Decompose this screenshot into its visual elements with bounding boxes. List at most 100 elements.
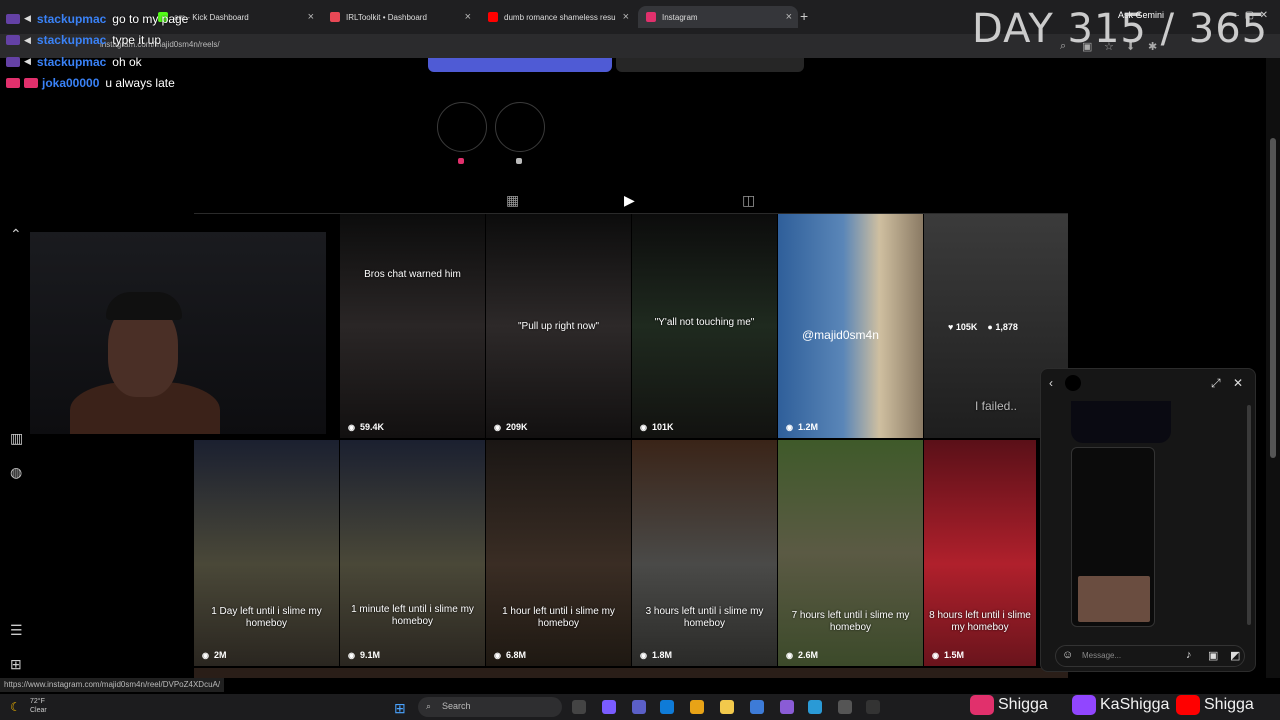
taskbar-search[interactable]: ⌕ Search bbox=[418, 697, 562, 717]
social-name: Shigga bbox=[998, 696, 1048, 713]
reel-tile[interactable]: "Pull up right now" 209K bbox=[486, 214, 631, 438]
moon-icon: ☾ bbox=[10, 700, 21, 714]
tab-irltoolkit[interactable]: IRLToolkit • Dashboard × bbox=[322, 6, 477, 28]
shared-screenshot[interactable] bbox=[1071, 447, 1155, 627]
edge-icon[interactable] bbox=[660, 700, 674, 714]
reel-tile[interactable]: 1 hour left until i slime my homeboy 6.8… bbox=[486, 440, 631, 666]
task-view-icon[interactable] bbox=[572, 700, 586, 714]
chat-message: ◀ stackupmac oh ok bbox=[6, 51, 188, 73]
irltoolkit-icon bbox=[330, 12, 340, 22]
chevron-up-icon[interactable]: ⌃ bbox=[10, 226, 22, 243]
app-icon[interactable] bbox=[808, 700, 822, 714]
reel-tile[interactable]: 3 hours left until i slime my homeboy 1.… bbox=[632, 440, 777, 666]
youtube-handle: Shigga bbox=[1176, 690, 1254, 720]
close-icon[interactable]: ✕ bbox=[1233, 376, 1243, 390]
chart-icon[interactable]: ▥ bbox=[10, 430, 23, 447]
avatar[interactable] bbox=[1065, 375, 1081, 391]
view-count: 59.4K bbox=[348, 422, 384, 432]
close-icon[interactable]: × bbox=[465, 11, 471, 23]
reel-tile[interactable]: Bros chat warned him 59.4K bbox=[340, 214, 485, 438]
teams-icon[interactable] bbox=[632, 700, 646, 714]
reel-tile[interactable]: "Y'all not touching me" 101K bbox=[632, 214, 777, 438]
twitch-icon bbox=[1072, 695, 1096, 715]
reel-row-partial[interactable] bbox=[194, 668, 1068, 678]
windows-start-icon[interactable]: ⊞ bbox=[394, 700, 406, 717]
chat-username: stackupmac bbox=[36, 33, 107, 48]
window-controls[interactable]: — ▢ ✕ bbox=[1229, 10, 1268, 21]
microphone-icon[interactable]: ♪ bbox=[1186, 649, 1192, 661]
follow-button[interactable] bbox=[428, 58, 612, 72]
chat-message: joka00000 u always late bbox=[6, 73, 188, 95]
reel-tile[interactable]: 7 hours left until i slime my homeboy 2.… bbox=[778, 440, 923, 666]
scrollbar-thumb[interactable] bbox=[1270, 138, 1276, 458]
new-tab-button[interactable]: + bbox=[800, 8, 808, 24]
comment-icon: ● bbox=[987, 322, 993, 332]
chat-text: type it up bbox=[112, 33, 161, 48]
grid-icon[interactable]: ▦ bbox=[506, 192, 519, 209]
speaker-icon: ◀ bbox=[24, 56, 31, 67]
emoji-icon[interactable]: ☺ bbox=[1062, 649, 1073, 661]
menu-icon[interactable]: ☰ bbox=[10, 622, 23, 639]
twitch-icon bbox=[6, 13, 20, 24]
discord-icon[interactable] bbox=[780, 700, 794, 714]
tab-title: dumb romance shameless resu bbox=[504, 12, 616, 22]
search-icon: ⌕ bbox=[426, 701, 432, 711]
mail-icon[interactable] bbox=[750, 700, 764, 714]
temperature: 72°F bbox=[30, 698, 45, 705]
reel-tile[interactable]: @majid0sm4n 1.2M bbox=[778, 214, 923, 438]
obs-icon[interactable] bbox=[838, 700, 852, 714]
reel-caption: 3 hours left until i slime my homeboy bbox=[645, 606, 764, 629]
message-placeholder[interactable]: Message... bbox=[1082, 651, 1121, 660]
like-count: 105K bbox=[955, 322, 978, 332]
close-icon[interactable]: × bbox=[308, 11, 314, 23]
chat-text: oh ok bbox=[112, 54, 142, 69]
sticker-icon[interactable]: ◩ bbox=[1230, 649, 1240, 662]
reel-tile[interactable]: 8 hours left until i slime my homeboy 1.… bbox=[924, 440, 1036, 666]
social-name: Shigga bbox=[1204, 696, 1254, 713]
reel-caption: 1 hour left until i slime my homeboy bbox=[502, 606, 615, 629]
weather-widget[interactable]: 72°F Clear bbox=[30, 697, 47, 715]
app-icon[interactable] bbox=[866, 700, 880, 714]
reel-caption: @majid0sm4n bbox=[802, 328, 879, 342]
youtube-icon bbox=[488, 12, 498, 22]
reel-caption: "Pull up right now" bbox=[517, 321, 600, 332]
tagged-icon[interactable]: ◫ bbox=[742, 192, 755, 209]
heart-icon: ♥ bbox=[948, 322, 954, 332]
highlight-heart-icon bbox=[458, 158, 464, 164]
search-label: Search bbox=[442, 701, 471, 711]
dm-popup: ‹ ⤢ ✕ ☺ Message... ♪ ▣ ◩ bbox=[1040, 368, 1256, 672]
threads-icon[interactable]: ⊞ bbox=[10, 656, 22, 673]
close-icon[interactable]: × bbox=[623, 11, 629, 23]
shared-media[interactable] bbox=[1071, 401, 1171, 443]
back-chevron-icon[interactable]: ‹ bbox=[1049, 376, 1053, 390]
tab-instagram[interactable]: Instagram × bbox=[638, 6, 798, 28]
reel-tile[interactable]: 1 Day left until i slime my homeboy 2M bbox=[194, 440, 339, 666]
globe-icon[interactable]: ◍ bbox=[10, 464, 22, 481]
dm-scrollbar[interactable] bbox=[1247, 405, 1251, 625]
instagram-icon bbox=[646, 12, 656, 22]
speaker-icon: ◀ bbox=[24, 13, 31, 24]
chat-message: ◀ stackupmac type it up bbox=[6, 30, 188, 52]
tab-youtube-video[interactable]: dumb romance shameless resu × bbox=[480, 6, 635, 28]
youtube-icon bbox=[24, 78, 38, 89]
chrome-icon[interactable] bbox=[690, 700, 704, 714]
reel-caption: 1 minute left until i slime my homeboy bbox=[351, 604, 474, 627]
file-explorer-icon[interactable] bbox=[720, 700, 734, 714]
reel-caption: 7 hours left until i slime my homeboy bbox=[791, 610, 910, 633]
reels-icon[interactable]: ▶ bbox=[624, 192, 635, 209]
weather-condition: Clear bbox=[30, 707, 47, 714]
close-icon[interactable]: × bbox=[786, 11, 792, 23]
page-scrollbar[interactable] bbox=[1266, 58, 1280, 678]
story-highlight[interactable] bbox=[437, 102, 487, 152]
dm-message-input[interactable]: ☺ Message... ♪ ▣ ◩ bbox=[1055, 645, 1245, 667]
copilot-icon[interactable] bbox=[602, 700, 616, 714]
expand-icon[interactable]: ⤢ bbox=[1211, 376, 1221, 391]
message-button[interactable] bbox=[616, 58, 804, 72]
social-name: KaShigga bbox=[1100, 696, 1170, 713]
story-highlight[interactable] bbox=[495, 102, 545, 152]
image-icon[interactable]: ▣ bbox=[1208, 649, 1218, 662]
instagram-icon bbox=[6, 78, 20, 89]
chat-username: joka00000 bbox=[42, 76, 100, 91]
reel-tile[interactable]: 1 minute left until i slime my homeboy 9… bbox=[340, 440, 485, 666]
view-count: 1.8M bbox=[640, 650, 672, 660]
